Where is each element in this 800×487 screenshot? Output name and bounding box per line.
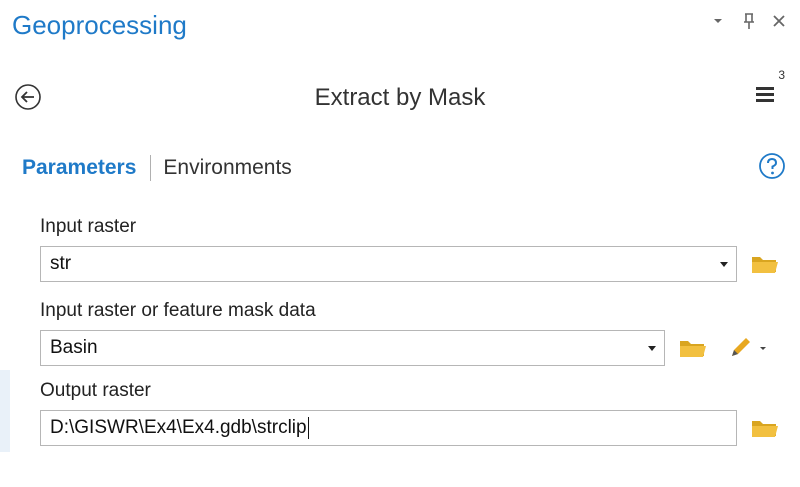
window-controls: [712, 12, 788, 30]
browse-input-raster-button[interactable]: [750, 252, 780, 276]
tab-parameters[interactable]: Parameters: [22, 156, 136, 180]
input-raster-label: Input raster: [40, 216, 137, 237]
menu-badge: 3: [778, 68, 785, 82]
tab-divider: [150, 155, 152, 181]
mask-dropdown[interactable]: Basin: [40, 330, 665, 366]
output-raster-input[interactable]: D:\GISWR\Ex4\Ex4.gdb\strclip: [40, 410, 737, 446]
help-icon: [759, 153, 785, 179]
folder-icon: [752, 421, 778, 437]
browse-output-raster-button[interactable]: [750, 416, 780, 440]
tab-bar: Parameters Environments: [22, 155, 292, 181]
tool-menu-button[interactable]: 3: [754, 68, 786, 106]
text-caret: [307, 416, 309, 439]
folder-icon: [680, 341, 706, 357]
dropdown-icon[interactable]: [712, 15, 728, 27]
chevron-down-icon[interactable]: [720, 262, 728, 267]
chevron-down-icon[interactable]: [648, 346, 656, 351]
help-button[interactable]: [758, 152, 786, 180]
tool-title: Extract by Mask: [314, 84, 486, 111]
tab-environments[interactable]: Environments: [163, 156, 291, 180]
browse-mask-button[interactable]: [678, 336, 708, 360]
input-raster-value: str: [50, 253, 72, 274]
output-raster-value: D:\GISWR\Ex4\Ex4.gdb\strclip: [50, 417, 307, 438]
close-icon[interactable]: [772, 14, 788, 28]
folder-icon: [752, 257, 778, 273]
active-parameter-indicator: [0, 370, 10, 452]
mask-value: Basin: [50, 337, 98, 358]
pin-icon[interactable]: [742, 12, 758, 30]
input-raster-dropdown[interactable]: str: [40, 246, 737, 282]
pencil-icon: [732, 338, 766, 356]
create-features-button[interactable]: [728, 336, 768, 360]
output-raster-label: Output raster: [40, 380, 151, 401]
panel-title: Geoprocessing: [12, 10, 187, 40]
mask-label: Input raster or feature mask data: [40, 300, 316, 321]
